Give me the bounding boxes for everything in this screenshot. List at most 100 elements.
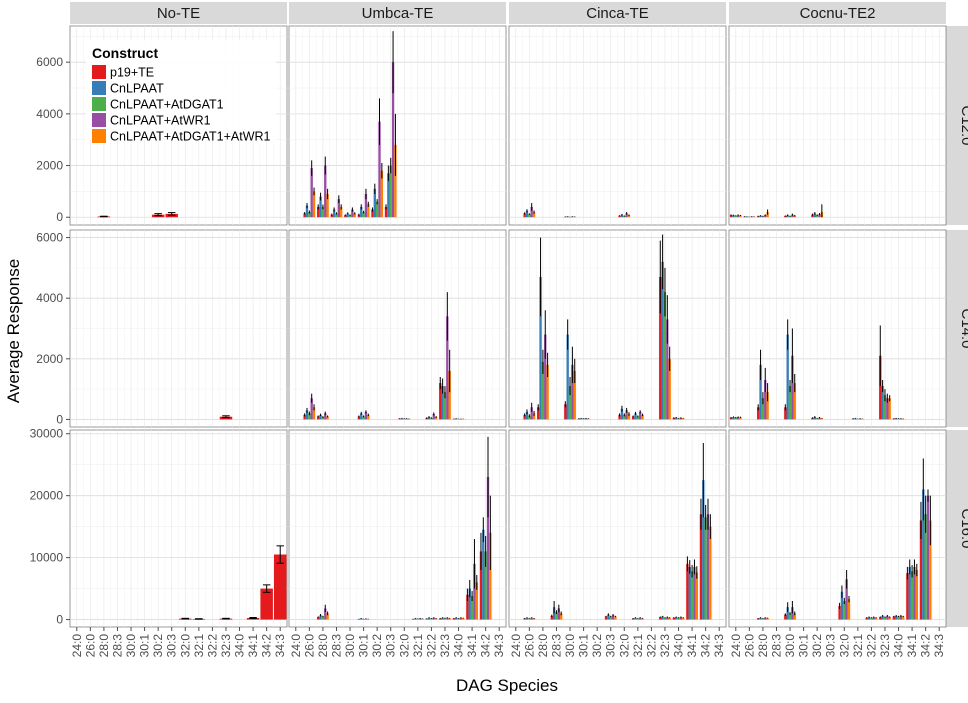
x-tick-label-no-te-26-0: 26:0: [83, 634, 97, 658]
bar-34-1-cnlpaat-atdgat1: [690, 571, 694, 620]
panel-cocnu-te2-c14-0: [728, 229, 947, 428]
x-tick-label-umbca-te-34-0: 34:0: [452, 634, 466, 658]
bar-34-3-p19-te: [273, 554, 287, 620]
x-tick-label-no-te-30-0: 30:0: [124, 634, 138, 658]
x-tick-label-umbca-te-30-2: 30:2: [370, 634, 384, 658]
x-tick-label-umbca-te-30-3: 30:3: [384, 634, 398, 658]
x-tick-label-umbca-te-34-2: 34:2: [479, 634, 493, 658]
panel-cocnu-te2-c16-0: [728, 429, 947, 628]
x-tick-label-cinca-te-34-2: 34:2: [699, 634, 713, 658]
bar-34-2-p19-te: [260, 588, 273, 620]
y-tick-label-c12-0: 6000: [36, 55, 63, 69]
panel-cinca-te-c14-0: [508, 229, 727, 428]
x-tick-label-umbca-te-34-3: 34:3: [492, 634, 506, 658]
panel-umbca-te-c16-0: [288, 429, 507, 628]
y-tick-label-c14-0: 4000: [36, 291, 63, 305]
x-tick-label-cinca-te-32-1: 32:1: [631, 634, 645, 658]
panel-no-te-c16-0: [69, 429, 288, 628]
x-tick-label-no-te-32-0: 32:0: [178, 634, 192, 658]
bar-34-1-cnlpaat: [908, 566, 911, 620]
column-strip-label-umbca-te: Umbca-TE: [362, 5, 434, 22]
legend-label-p19-te: p19+TE: [110, 66, 154, 80]
x-tick-label-no-te-34-0: 34:0: [233, 634, 247, 658]
bar-34-1-cnlpaat-atdgat1-atwr1: [695, 572, 698, 620]
x-tick-label-cocnu-te2-30-0: 30:0: [783, 634, 797, 658]
y-tick-label-c12-0: 2000: [36, 159, 63, 173]
x-tick-label-cinca-te-30-1: 30:1: [577, 634, 591, 658]
bar-34-1-cnlpaat-atwr1: [913, 566, 916, 620]
x-tick-label-cocnu-te2-32-3: 32:3: [878, 634, 892, 658]
bar-34-1-cnlpaat: [688, 566, 691, 620]
x-tick-label-cinca-te-30-0: 30:0: [563, 634, 577, 658]
column-strip-label-cinca-te: Cinca-TE: [586, 5, 649, 22]
x-tick-label-cinca-te-34-3: 34:3: [712, 634, 726, 658]
x-tick-label-cocnu-te2-34-0: 34:0: [892, 634, 906, 658]
x-tick-label-no-te-34-1: 34:1: [246, 634, 260, 658]
x-tick-label-cocnu-te2-28-0: 28:0: [756, 634, 770, 658]
y-tick-label-c16-0: 10000: [30, 551, 64, 565]
x-tick-label-cinca-te-28-0: 28:0: [536, 634, 550, 658]
panel-cocnu-te2-c12-0: [728, 25, 947, 226]
panel-umbca-te-c12-0: [288, 25, 507, 226]
bar-32-3-cnlpaat-atdgat1-atwr1: [888, 398, 891, 420]
y-tick-label-c14-0: 0: [56, 412, 63, 426]
x-tick-label-no-te-30-1: 30:1: [138, 634, 152, 658]
legend-label-cnlpaat-atdgat1-atwr1: CnLPAAT+AtDGAT1+AtWR1: [110, 130, 271, 144]
y-tick-label-c14-0: 2000: [36, 352, 63, 366]
y-axis-title: Average Response: [4, 259, 23, 403]
y-tick-label-c14-0: 6000: [36, 231, 63, 245]
row-strip-label-c16-0: C16:0: [958, 508, 968, 548]
panel-cinca-te-c16-0: [508, 429, 727, 628]
bar-34-2-cnlpaat-atdgat1: [704, 517, 707, 620]
legend-swatch-cnlpaat-atwr1: [92, 113, 106, 127]
x-tick-label-cocnu-te2-30-3: 30:3: [824, 634, 838, 658]
panel-umbca-te-c14-0: [288, 229, 507, 428]
panel-no-te-c14-0: [69, 229, 288, 428]
x-axis-title: DAG Species: [456, 676, 558, 695]
column-strip-label-no-te: No-TE: [157, 5, 200, 22]
x-tick-label-umbca-te-28-3: 28:3: [329, 634, 343, 658]
x-tick-label-cocnu-te2-26-0: 26:0: [742, 634, 756, 658]
legend-swatch-p19-te: [92, 65, 106, 79]
x-tick-label-cocnu-te2-32-2: 32:2: [864, 634, 878, 658]
x-tick-label-cinca-te-30-3: 30:3: [604, 634, 618, 658]
legend-label-cnlpaat: CnLPAAT: [110, 82, 164, 96]
x-tick-label-no-te-28-0: 28:0: [97, 634, 111, 658]
x-tick-label-umbca-te-24-0: 24:0: [289, 634, 303, 658]
x-tick-label-cocnu-te2-30-2: 30:2: [810, 634, 824, 658]
x-tick-label-cocnu-te2-30-1: 30:1: [797, 634, 811, 658]
x-tick-label-no-te-30-3: 30:3: [165, 634, 179, 658]
x-tick-label-cinca-te-32-0: 32:0: [617, 634, 631, 658]
x-tick-label-umbca-te-26-0: 26:0: [302, 634, 316, 658]
x-tick-label-no-te-34-2: 34:2: [260, 634, 274, 658]
x-tick-label-cocnu-te2-34-2: 34:2: [919, 634, 933, 658]
legend-title: Construct: [92, 45, 158, 61]
bar-34-1-cnlpaat-atdgat1-atwr1: [915, 570, 918, 620]
x-tick-label-umbca-te-34-1: 34:1: [465, 634, 479, 658]
x-tick-label-cinca-te-28-3: 28:3: [549, 634, 563, 658]
faceted-bar-chart: Average Response DAG Species No-TE Umbca-…: [0, 0, 968, 698]
legend-swatch-cnlpaat-atdgat1: [92, 97, 106, 111]
x-tick-label-umbca-te-32-1: 32:1: [411, 634, 425, 658]
bar-34-1-cnlpaat-atdgat1: [910, 571, 914, 620]
x-tick-label-cinca-te-24-0: 24:0: [509, 634, 523, 658]
x-tick-label-no-te-24-0: 24:0: [70, 634, 84, 658]
y-tick-label-c16-0: 30000: [30, 427, 64, 441]
chart-canvas: Average Response DAG Species No-TE Umbca-…: [4, 2, 968, 695]
bar-34-2-cnlpaat-atdgat1-atwr1: [709, 526, 712, 620]
bar-34-2-p19-te: [699, 514, 703, 620]
x-tick-label-cocnu-te2-34-1: 34:1: [905, 634, 919, 658]
legend-label-cnlpaat-atwr1: CnLPAAT+AtWR1: [110, 114, 211, 128]
bar-34-1-p19-te: [686, 563, 689, 620]
x-tick-label-cocnu-te2-34-3: 34:3: [932, 634, 946, 658]
column-strip-label-cocnu-te2: Cocnu-TE2: [800, 5, 876, 22]
x-tick-label-cinca-te-26-0: 26:0: [522, 634, 536, 658]
y-tick-label-c12-0: 4000: [36, 107, 63, 121]
x-tick-label-cocnu-te2-32-1: 32:1: [851, 634, 865, 658]
x-tick-label-cocnu-te2-24-0: 24:0: [729, 634, 743, 658]
x-tick-label-no-te-34-3: 34:3: [273, 634, 287, 658]
bar-34-2-cnlpaat-atwr1: [706, 514, 710, 620]
bar-34-1-p19-te: [906, 573, 909, 620]
bar-34-1-cnlpaat-atwr1: [693, 566, 696, 620]
legend-swatch-cnlpaat-atdgat1-atwr1: [92, 129, 106, 143]
